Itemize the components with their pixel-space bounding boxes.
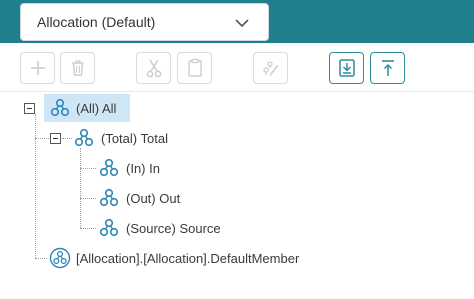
- dimension-select[interactable]: Allocation (Default): [20, 3, 269, 41]
- hierarchy-tree: (All) All (Total) Total (In) In (Out) Ou…: [0, 92, 474, 299]
- tree-node-source[interactable]: (Source) Source: [99, 214, 221, 242]
- export-icon: [381, 60, 394, 76]
- tree-connector: [62, 138, 72, 139]
- paste-button[interactable]: [177, 52, 212, 84]
- tree-node-label: (Total) Total: [101, 130, 168, 146]
- formula-edit-icon: [262, 61, 279, 77]
- hierarchy-icon: [50, 98, 70, 117]
- tree-node-label: (Source) Source: [126, 220, 221, 236]
- tree-connector: [35, 258, 47, 259]
- add-button[interactable]: [20, 52, 55, 84]
- tree-node-total[interactable]: (Total) Total: [74, 124, 168, 152]
- tree-node-default-member[interactable]: [Allocation].[Allocation].DefaultMember: [49, 244, 299, 272]
- hierarchy-icon: [74, 128, 94, 147]
- hierarchy-icon: [99, 188, 119, 207]
- export-button[interactable]: [370, 52, 405, 84]
- trash-icon: [71, 60, 84, 76]
- scissors-icon: [146, 59, 161, 78]
- tree-connector: [80, 228, 96, 229]
- tree-connector: [80, 168, 96, 169]
- hierarchy-icon: [99, 218, 119, 237]
- delete-button[interactable]: [60, 52, 95, 84]
- tree-node-out[interactable]: (Out) Out: [99, 184, 180, 212]
- tree-node-label: (All) All: [76, 100, 117, 116]
- tree-node-label: (In) In: [126, 160, 160, 176]
- hierarchy-icon: [99, 158, 119, 177]
- toolbar: [0, 50, 474, 86]
- collapse-all-toggle[interactable]: [24, 103, 35, 114]
- dimension-select-value: Allocation (Default): [37, 14, 156, 30]
- tree-connector: [80, 148, 81, 228]
- tree-connector: [35, 114, 36, 258]
- import-icon: [338, 59, 355, 77]
- default-member-icon: [49, 247, 71, 269]
- chevron-down-icon: [235, 19, 249, 28]
- tree-node-all[interactable]: (All) All: [50, 94, 116, 122]
- clipboard-icon: [187, 58, 202, 77]
- import-button[interactable]: [329, 52, 364, 84]
- collapse-total-toggle[interactable]: [50, 133, 61, 144]
- edit-formula-button[interactable]: [253, 52, 288, 84]
- cut-button[interactable]: [136, 52, 171, 84]
- tree-connector: [35, 138, 49, 139]
- tree-node-label: [Allocation].[Allocation].DefaultMember: [76, 250, 300, 266]
- tree-node-in[interactable]: (In) In: [99, 154, 160, 182]
- tree-connector: [80, 198, 96, 199]
- tree-node-label: (Out) Out: [126, 190, 181, 206]
- plus-icon: [30, 61, 45, 75]
